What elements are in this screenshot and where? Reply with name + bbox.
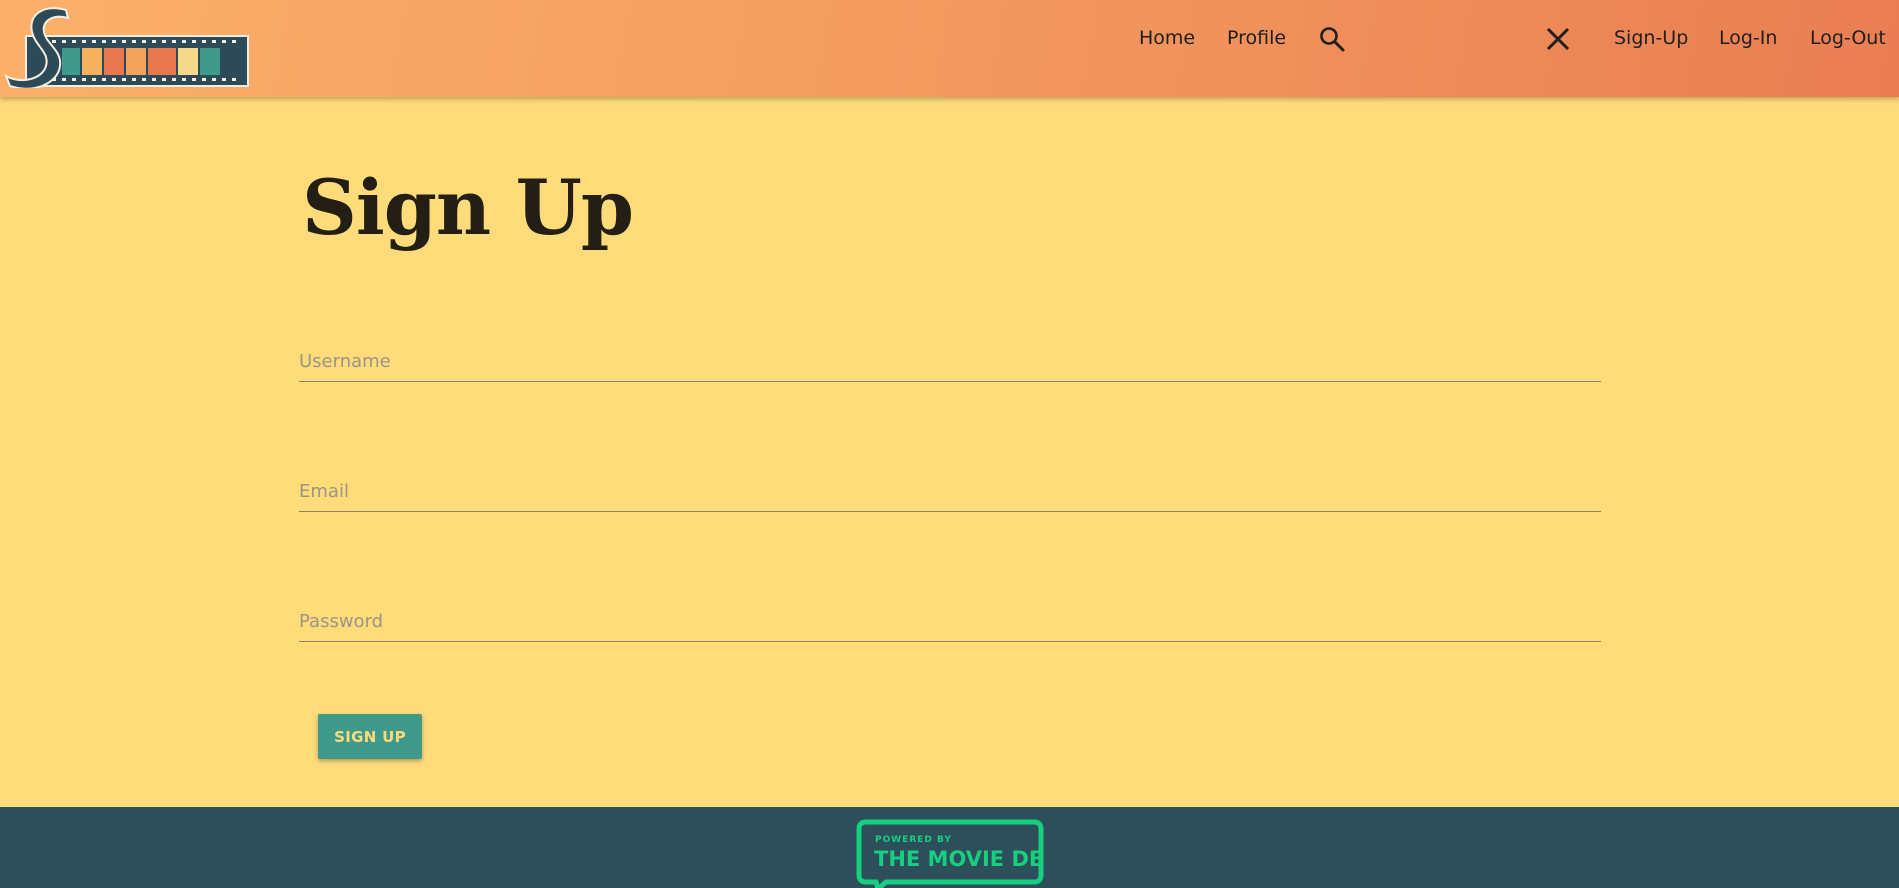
close-icon[interactable] (1543, 24, 1573, 54)
username-field-container (299, 341, 1601, 382)
nav-profile-link[interactable]: Profile (1227, 24, 1286, 52)
signup-submit-button[interactable]: SIGN UP (318, 714, 422, 759)
tmdb-attribution-logo[interactable]: POWERED BY THE MOVIE DB (856, 819, 1045, 888)
nav-home-link[interactable]: Home (1139, 24, 1195, 52)
nav-signup-link[interactable]: Sign-Up (1614, 24, 1688, 52)
page-title: Sign Up (302, 163, 634, 252)
streamer-logo[interactable] (2, 4, 250, 88)
top-navbar: Home Profile Sign-Up Log-In Log-Out (0, 0, 1899, 97)
tmdb-powered-by-text: POWERED BY (875, 835, 952, 845)
username-input[interactable] (299, 341, 1601, 381)
page-footer: POWERED BY THE MOVIE DB (0, 807, 1899, 888)
search-icon[interactable] (1318, 25, 1346, 53)
password-input[interactable] (299, 601, 1601, 641)
streamer-logo-graphic (4, 7, 249, 88)
email-field-container (299, 471, 1601, 512)
password-field-container (299, 601, 1601, 642)
nav-logout-link[interactable]: Log-Out (1810, 24, 1886, 52)
tmdb-name-text: THE MOVIE DB (874, 847, 1045, 871)
nav-login-link[interactable]: Log-In (1719, 24, 1777, 52)
email-input[interactable] (299, 471, 1601, 511)
